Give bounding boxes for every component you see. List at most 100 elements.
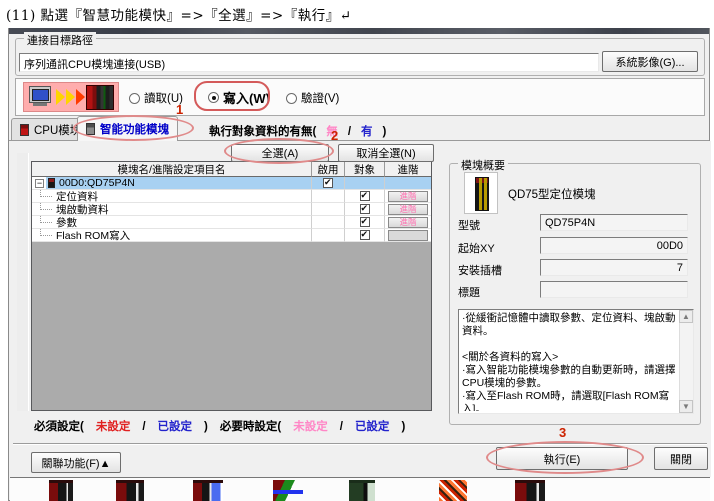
tab-cpu-label: CPU模塊	[34, 122, 81, 138]
target-status-separator: /	[348, 126, 351, 138]
dialog-titlebar	[9, 28, 709, 34]
qd75-module-icon	[475, 177, 489, 211]
status-sep: /	[142, 421, 145, 433]
model-value-field: QD75P4N	[540, 214, 688, 231]
plc-module-icon[interactable]	[116, 480, 144, 501]
required-unset: 未設定	[96, 421, 131, 433]
cabinet-icon[interactable]	[349, 480, 375, 501]
status-sep: /	[340, 421, 343, 433]
optional-set: 已設定	[355, 421, 390, 433]
radio-write[interactable]: 寫入(W)	[208, 88, 270, 107]
tree-line	[40, 216, 52, 223]
plc-rack-icon	[86, 85, 114, 110]
connection-path-field[interactable]: 序列通訊CPU模塊連接(USB)	[19, 53, 599, 72]
table-row-flash-rom-write[interactable]: Flash ROM寫入	[32, 229, 431, 242]
enable-checkbox[interactable]	[323, 178, 333, 188]
header-enable: 啟用	[312, 162, 345, 177]
start-xy-value-field: 00D0	[540, 237, 688, 254]
write-to-module-dialog: 連接目標路徑 序列通訊CPU模塊連接(USB) 系統影像(G)... 讀取(U)…	[8, 28, 710, 501]
title-label: 標題	[458, 284, 480, 300]
annotation-number-3: 3	[559, 425, 566, 440]
computer-icon	[29, 86, 51, 103]
optional-label: 必要時設定(	[220, 421, 281, 433]
radio-read[interactable]: 讀取(U)	[129, 90, 183, 106]
tree-line	[40, 229, 52, 236]
tree-line	[40, 190, 52, 197]
arrow-icon	[56, 89, 65, 105]
intelligent-module-icon	[86, 123, 95, 135]
target-data-status: 執行對象資料的有無(無/有)	[209, 123, 396, 139]
execute-button[interactable]: 執行(E)	[496, 447, 628, 470]
status-close: )	[401, 421, 405, 433]
header-target: 對象	[345, 162, 385, 177]
connection-group-label: 連接目標路徑	[24, 32, 96, 48]
target-status-have: 有	[361, 126, 373, 138]
module-outline-label: 模塊概要	[458, 157, 508, 173]
slot-value-field: 7	[540, 259, 688, 276]
scroll-up-icon[interactable]: ▲	[679, 310, 693, 323]
module-outline-group: 模塊概要 QD75型定位模塊 型號 QD75P4N 起始XY 00D0 安裝插槽…	[449, 163, 701, 425]
select-all-button[interactable]: 全選(A)	[231, 144, 329, 162]
step-caption: (11) 點選『智慧功能模快』=>『全選』=>『執行』↵	[6, 4, 352, 24]
row-label: Flash ROM寫入	[56, 228, 130, 243]
target-checkbox[interactable]	[360, 204, 370, 214]
annotation-number-2: 2	[331, 128, 338, 143]
slot-label: 安裝插槽	[458, 262, 502, 278]
model-label: 型號	[458, 217, 480, 233]
module-setting-table[interactable]: 模塊名/進階設定項目名 啟用 對象 進階 − 00D0:QD75P4N 定位	[31, 161, 432, 411]
close-button[interactable]: 關閉	[654, 447, 708, 470]
tab-intelligent-label: 智能功能模塊	[100, 121, 169, 137]
target-checkbox[interactable]	[360, 191, 370, 201]
tree-line	[40, 203, 52, 210]
setting-status-row: 必須設定( 未設定 / 已設定) 必要時設定( 未設定 / 已設定)	[34, 418, 417, 434]
screenshot-root: (11) 點選『智慧功能模快』=>『全選』=>『執行』↵ 連接目標路徑 序列通訊…	[0, 0, 714, 501]
header-module-name: 模塊名/進階設定項目名	[32, 162, 312, 177]
verify-icon[interactable]	[439, 480, 467, 501]
plc-module-icon[interactable]	[49, 480, 73, 501]
arrow-icon	[66, 89, 75, 105]
pc-to-plc-transfer-icon	[23, 82, 119, 112]
deselect-all-button[interactable]: 取消全選(N)	[338, 144, 434, 162]
advanced-button[interactable]: 進階	[388, 217, 428, 228]
table-header-row: 模塊名/進階設定項目名 啟用 對象 進階	[32, 162, 431, 177]
plc-module-icon[interactable]	[515, 480, 545, 501]
row-label: 00D0:QD75P4N	[59, 177, 135, 189]
table-row-block-start-data[interactable]: 塊啟動資料 進階	[32, 203, 431, 216]
start-xy-label: 起始XY	[458, 240, 495, 256]
radio-circle-icon[interactable]	[129, 93, 140, 104]
arrow-icon	[76, 89, 85, 105]
optional-unset: 未設定	[293, 421, 328, 433]
advanced-button[interactable]: 進階	[388, 204, 428, 215]
radio-write-label: 寫入(W)	[223, 88, 270, 107]
target-checkbox[interactable]	[360, 217, 370, 227]
required-label: 必須設定(	[34, 421, 84, 433]
target-checkbox[interactable]	[360, 230, 370, 240]
radio-verify-label: 驗證(V)	[301, 90, 339, 106]
panel-left-strip	[17, 153, 29, 411]
header-advanced: 進階	[385, 162, 431, 177]
title-value-field	[540, 281, 688, 298]
system-image-button[interactable]: 系統影像(G)...	[602, 51, 698, 72]
tab-intelligent-function-module[interactable]: 智能功能模塊	[77, 116, 178, 141]
related-functions-button[interactable]: 關聯功能(F)▲	[31, 452, 121, 473]
module-description-box: ·從緩衝記憶體中讀取參數、定位資料、塊啟動資料。 <關於各資料的寫入> ·寫入智…	[458, 309, 694, 414]
module-icon	[48, 178, 55, 188]
annotation-number-1: 1	[176, 102, 183, 117]
qd75-icon-box	[464, 172, 498, 214]
target-status-prefix: 執行對象資料的有無(	[209, 126, 316, 138]
radio-circle-icon[interactable]	[208, 92, 219, 103]
radio-verify[interactable]: 驗證(V)	[286, 90, 339, 106]
cpu-module-icon	[20, 124, 29, 136]
scroll-down-icon[interactable]: ▼	[679, 400, 693, 413]
required-set: 已設定	[158, 421, 193, 433]
plc-monitor-icon[interactable]	[193, 480, 223, 501]
radio-circle-icon[interactable]	[286, 93, 297, 104]
module-description-text: ·從緩衝記憶體中讀取參數、定位資料、塊啟動資料。 <關於各資料的寫入> ·寫入智…	[462, 312, 677, 411]
target-status-suffix: )	[383, 126, 387, 138]
scrollbar[interactable]	[679, 310, 693, 413]
status-close: )	[204, 421, 208, 433]
advanced-button-disabled	[388, 230, 428, 241]
tree-collapse-icon[interactable]: −	[35, 179, 44, 188]
advanced-button[interactable]: 進階	[388, 191, 428, 202]
data-edit-icon[interactable]	[273, 480, 303, 501]
